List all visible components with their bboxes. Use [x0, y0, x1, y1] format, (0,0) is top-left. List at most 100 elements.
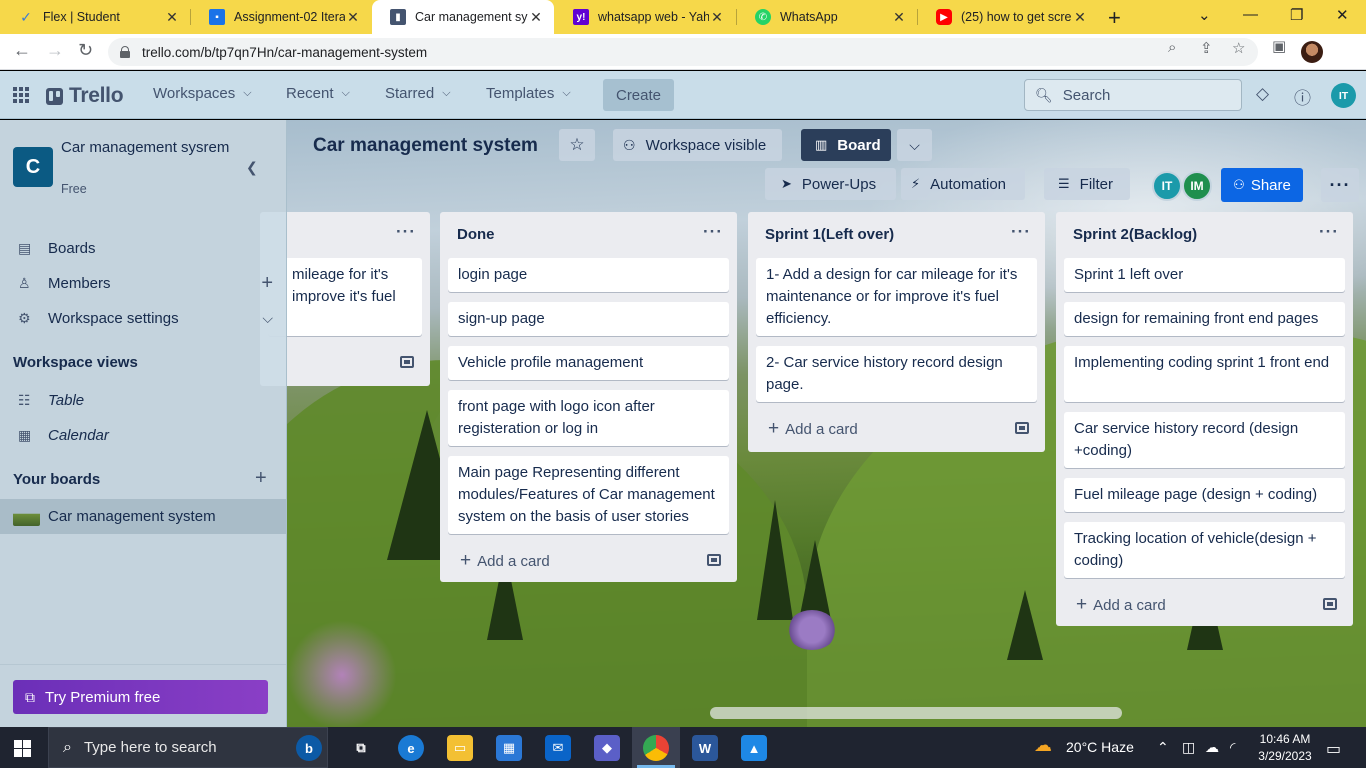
filter-button[interactable]: ☰ Filter [1044, 168, 1130, 200]
task-view-icon[interactable]: ⧉ [348, 735, 374, 761]
workspaces-menu[interactable]: Workspaces ⌵ [153, 85, 252, 102]
word-icon[interactable]: W [692, 735, 718, 761]
chrome-icon[interactable] [643, 735, 669, 761]
camera-icon[interactable]: ◫ [1182, 739, 1195, 756]
workspace-name[interactable]: Car management sysrem [61, 137, 231, 159]
automation-button[interactable]: ⚡ Automation [901, 168, 1025, 200]
mail-icon[interactable]: ✉ [545, 735, 571, 761]
card[interactable]: sign-up page [448, 302, 729, 336]
edge-icon[interactable]: e [398, 735, 424, 761]
bing-icon[interactable]: b [296, 735, 322, 761]
board-title[interactable]: Car management system [313, 135, 538, 157]
add-card-button[interactable]: + Add a card [1076, 594, 1166, 616]
share-button[interactable]: ⚇ Share [1221, 168, 1303, 202]
card[interactable]: Tracking location of vehicle(design + co… [1064, 522, 1345, 578]
notifications-icon[interactable]: ◇ [1256, 84, 1269, 104]
board-view-button[interactable]: ▥ Board [801, 129, 891, 161]
system-clock[interactable]: 10:46 AM 3/29/2023 [1255, 731, 1315, 765]
card[interactable]: 2- Car service history record design pag… [756, 346, 1037, 402]
create-board-plus-icon[interactable]: + [255, 467, 267, 490]
templates-menu[interactable]: Templates ⌵ [486, 85, 571, 102]
weather-text[interactable]: 20°C Haze [1066, 739, 1134, 755]
trello-logo[interactable]: Trello [46, 84, 124, 108]
card[interactable]: login page [448, 258, 729, 292]
card[interactable]: Car service history record (design +codi… [1064, 412, 1345, 468]
bookmark-star-icon[interactable]: ☆ [1232, 39, 1245, 57]
tab-search-icon[interactable]: ⌄ [1198, 6, 1211, 24]
star-board-button[interactable]: ☆ [559, 129, 595, 161]
card[interactable]: Fuel mileage page (design + coding) [1064, 478, 1345, 512]
close-window-icon[interactable]: ✕ [1336, 6, 1349, 24]
taskbar-search-input[interactable]: ⌕ Type here to search [48, 727, 328, 768]
member-avatar[interactable]: IT [1152, 171, 1182, 201]
sidebar-board-car-management[interactable]: Car management system [0, 499, 286, 534]
list-title[interactable]: Done [457, 226, 495, 243]
visibility-button[interactable]: ⚇ Workspace visible [613, 129, 782, 161]
card-template-icon[interactable] [1015, 422, 1029, 434]
zoom-icon[interactable]: ⌕ [1168, 39, 1176, 56]
board-menu-button[interactable]: ··· [1321, 168, 1359, 202]
recent-menu[interactable]: Recent ⌵ [286, 85, 350, 102]
browser-tab-flex[interactable]: ✓ Flex | Student ✕ [0, 0, 190, 34]
card[interactable]: Vehicle profile management [448, 346, 729, 380]
notification-center-icon[interactable]: ▭ [1326, 739, 1341, 759]
card[interactable]: Main page Representing different modules… [448, 456, 729, 534]
help-icon[interactable]: ⓘ [1294, 84, 1311, 109]
show-hidden-icons-icon[interactable]: ⌃ [1157, 739, 1169, 756]
browser-tab-youtube[interactable]: ▶ (25) how to get screen ✕ [918, 0, 1098, 34]
sidebar-item-table[interactable]: ☷ Table [0, 383, 287, 417]
add-member-plus-icon[interactable]: + [261, 272, 273, 295]
list-menu-icon[interactable]: ··· [703, 222, 723, 242]
photos-icon[interactable]: ▲ [741, 735, 767, 761]
windows-start-icon[interactable] [14, 740, 31, 757]
workspace-logo[interactable]: C [13, 147, 53, 187]
close-tab-icon[interactable]: ✕ [1072, 9, 1088, 26]
card[interactable]: design for remaining front end pages [1064, 302, 1345, 336]
browser-tab-trello[interactable]: ▮ Car management system ✕ [372, 0, 554, 34]
reload-icon[interactable]: ↻ [78, 40, 93, 61]
list-title[interactable]: Sprint 2(Backlog) [1073, 226, 1197, 243]
cloud-icon[interactable]: ☁ [1205, 739, 1219, 756]
card[interactable]: 1- Add a design for car mileage for it's… [756, 258, 1037, 336]
sidebar-item-calendar[interactable]: ▦ Calendar [0, 418, 287, 452]
add-card-button[interactable]: + Add a card [460, 550, 550, 572]
browser-tab-assignment[interactable]: ▪ Assignment-02 Iteration ✕ [191, 0, 371, 34]
sidebar-item-boards[interactable]: ▤ Boards [0, 231, 287, 265]
close-tab-icon[interactable]: ✕ [528, 9, 544, 26]
sidebar-item-workspace-settings[interactable]: ⚙ Workspace settings ⌵ [0, 301, 287, 335]
board-horizontal-scrollbar[interactable] [710, 707, 1122, 719]
new-tab-icon[interactable]: + [1108, 5, 1121, 31]
collapse-sidebar-icon[interactable]: ❮ [246, 159, 258, 176]
search-input[interactable]: 🔍︎ Search [1024, 79, 1242, 111]
list-menu-icon[interactable]: ··· [1011, 222, 1031, 242]
back-icon[interactable]: ← [13, 40, 31, 61]
close-tab-icon[interactable]: ✕ [345, 9, 361, 26]
card-template-icon[interactable] [707, 554, 721, 566]
teams-icon[interactable]: ◆ [594, 735, 620, 761]
list-title[interactable]: Sprint 1(Left over) [765, 226, 894, 243]
browser-profile-avatar[interactable] [1301, 41, 1323, 63]
browser-tab-yahoo[interactable]: y! whatsapp web - Yahoo ✕ [555, 0, 735, 34]
member-avatar[interactable]: IM [1182, 171, 1212, 201]
close-tab-icon[interactable]: ✕ [709, 9, 725, 26]
card[interactable]: Sprint 1 left over [1064, 258, 1345, 292]
power-ups-button[interactable]: ➤ Power-Ups [765, 168, 896, 200]
file-explorer-icon[interactable]: ▭ [447, 735, 473, 761]
minimize-icon[interactable]: — [1243, 6, 1258, 23]
card[interactable]: Implementing coding sprint 1 front end [1064, 346, 1345, 402]
close-tab-icon[interactable]: ✕ [164, 9, 180, 26]
chevron-down-icon[interactable]: ⌵ [262, 310, 273, 327]
card-template-icon[interactable] [1323, 598, 1337, 610]
list-menu-icon[interactable]: ··· [1319, 222, 1339, 242]
create-button[interactable]: Create [603, 79, 674, 111]
microsoft-store-icon[interactable]: ▦ [496, 735, 522, 761]
maximize-icon[interactable]: ❐ [1290, 6, 1303, 24]
close-tab-icon[interactable]: ✕ [891, 9, 907, 26]
account-avatar[interactable]: IT [1331, 83, 1356, 108]
add-card-button[interactable]: + Add a card [768, 418, 858, 440]
try-premium-button[interactable]: ⧉ Try Premium free [13, 680, 268, 714]
wifi-icon[interactable]: ◜ [1230, 739, 1235, 756]
card-template-icon[interactable] [400, 356, 414, 368]
list-menu-icon[interactable]: ··· [396, 222, 416, 242]
url-field[interactable]: trello.com/b/tp7qn7Hn/car-management-sys… [108, 38, 1258, 66]
